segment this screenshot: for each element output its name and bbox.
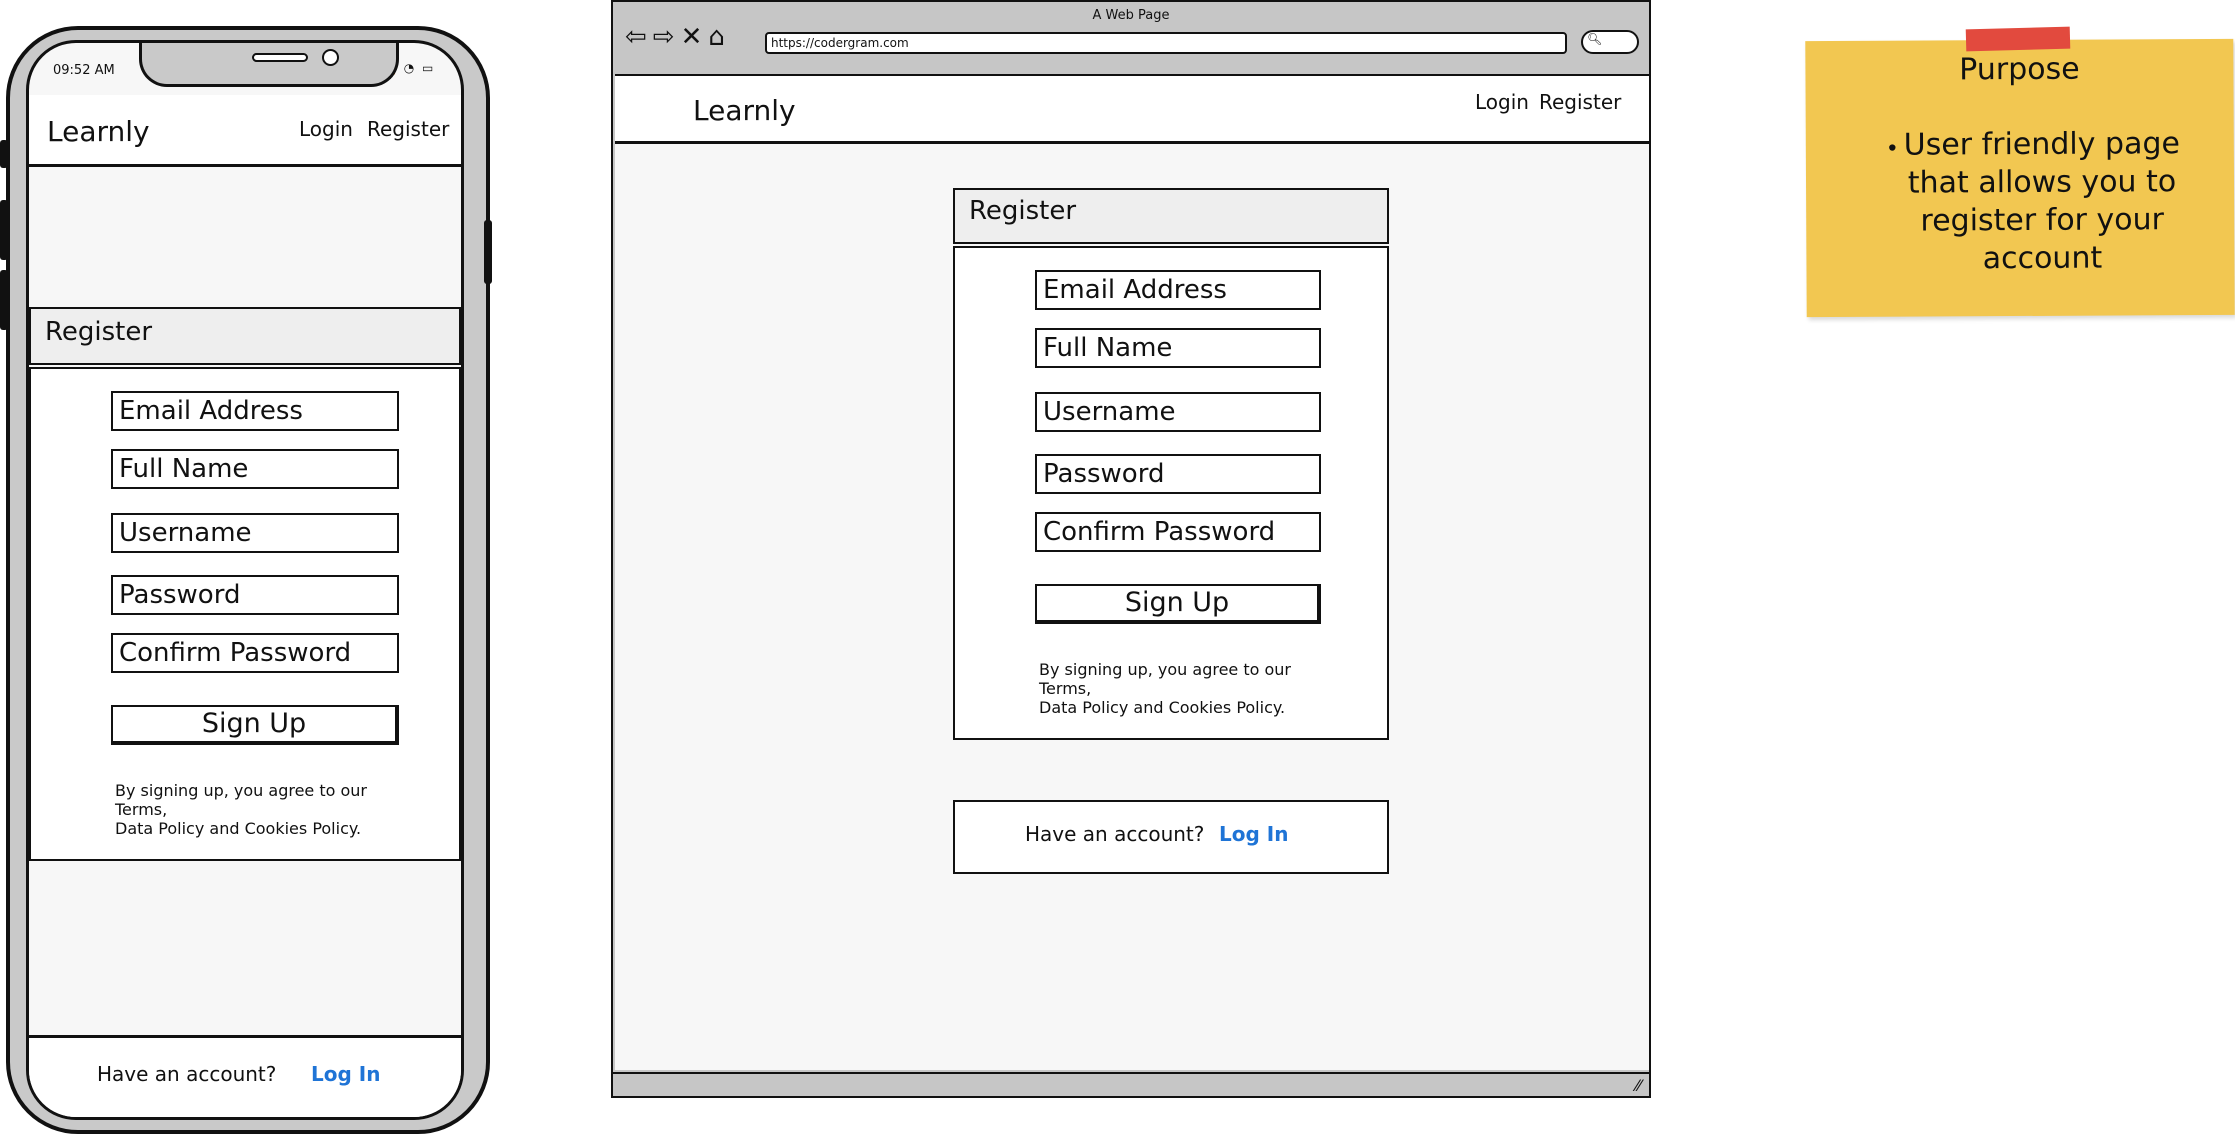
confirm-password-field[interactable]: Confirm Password	[111, 633, 399, 673]
terms-line-2: Data Policy and Cookies Policy.	[115, 819, 362, 838]
phone-volume-up-button	[0, 200, 8, 260]
speaker-icon	[252, 53, 308, 62]
full-name-field[interactable]: Full Name	[1035, 328, 1321, 368]
back-icon[interactable]: ⇦	[625, 22, 653, 52]
browser-window: A Web Page ⇦⇨✕⌂ https://codergram.com 🔍︎…	[611, 0, 1651, 1098]
web-page: Learnly Login Register Register Email Ad…	[615, 74, 1649, 1070]
register-title: Register	[969, 196, 1077, 226]
logo[interactable]: Learnly	[47, 115, 150, 148]
phone-notch	[139, 43, 399, 87]
terms-text: By signing up, you agree to our Terms, D…	[115, 781, 415, 838]
have-account-text: Have an account?	[97, 1062, 277, 1086]
logo[interactable]: Learnly	[693, 94, 796, 127]
register-heading-bar: Register	[953, 188, 1389, 244]
stop-icon[interactable]: ✕	[681, 22, 709, 52]
register-title: Register	[45, 317, 153, 347]
phone-power-button	[484, 220, 492, 284]
full-name-field[interactable]: Full Name	[111, 449, 399, 489]
browser-search-box[interactable]: 🔍︎	[1581, 30, 1639, 54]
log-in-link[interactable]: Log In	[1219, 822, 1288, 846]
search-icon: 🔍︎	[1587, 32, 1603, 46]
username-field[interactable]: Username	[111, 513, 399, 553]
terms-line-2: Data Policy and Cookies Policy.	[1039, 698, 1286, 717]
register-form: Email Address Full Name Username Passwor…	[953, 246, 1389, 740]
note-title: Purpose	[1959, 51, 2080, 88]
browser-nav-icons: ⇦⇨✕⌂	[625, 22, 731, 52]
site-header: Learnly Login Register	[615, 76, 1649, 144]
sign-up-button[interactable]: Sign Up	[111, 705, 399, 745]
have-account-text: Have an account?	[1025, 822, 1205, 846]
phone-side-button	[0, 140, 8, 168]
register-form: Email Address Full Name Username Passwor…	[29, 367, 461, 861]
nav-register-link[interactable]: Register	[367, 117, 449, 141]
url-bar[interactable]: https://codergram.com	[765, 32, 1567, 54]
username-field[interactable]: Username	[1035, 392, 1321, 432]
confirm-password-field[interactable]: Confirm Password	[1035, 512, 1321, 552]
sticky-note: Purpose • User friendly page that allows…	[1805, 38, 2235, 318]
phone-header: Learnly Login Register	[29, 95, 461, 167]
status-time: 09:52 AM	[53, 63, 115, 78]
terms-line-1: By signing up, you agree to our Terms,	[1039, 660, 1292, 698]
home-icon[interactable]: ⌂	[708, 22, 731, 52]
phone-screen: 09:52 AM 📶 ◔ ▭ Learnly Login Register Re…	[26, 40, 464, 1120]
note-bullet-text: User friendly page that allows you to re…	[1903, 126, 2181, 277]
sign-up-button[interactable]: Sign Up	[1035, 584, 1321, 624]
register-heading-bar: Register	[29, 307, 461, 365]
email-field[interactable]: Email Address	[111, 391, 399, 431]
resize-grip-icon[interactable]: ⁄⁄	[1636, 1076, 1641, 1095]
nav-register-link[interactable]: Register	[1539, 90, 1621, 114]
phone-volume-down-button	[0, 270, 8, 330]
email-field[interactable]: Email Address	[1035, 270, 1321, 310]
terms-text: By signing up, you agree to our Terms, D…	[1039, 660, 1339, 717]
phone-footer: Have an account? Log In	[29, 1035, 461, 1117]
browser-status-bar: ⁄⁄	[613, 1072, 1649, 1096]
forward-icon[interactable]: ⇨	[653, 22, 681, 52]
tape-icon	[1965, 26, 2071, 52]
camera-icon	[322, 49, 339, 66]
nav-login-link[interactable]: Login	[1475, 90, 1529, 114]
log-in-link[interactable]: Log In	[311, 1062, 380, 1086]
terms-line-1: By signing up, you agree to our Terms,	[115, 781, 368, 819]
password-field[interactable]: Password	[1035, 454, 1321, 494]
login-prompt-box: Have an account? Log In	[953, 800, 1389, 874]
password-field[interactable]: Password	[111, 575, 399, 615]
window-title: A Web Page	[1092, 8, 1170, 23]
nav-login-link[interactable]: Login	[299, 117, 353, 141]
